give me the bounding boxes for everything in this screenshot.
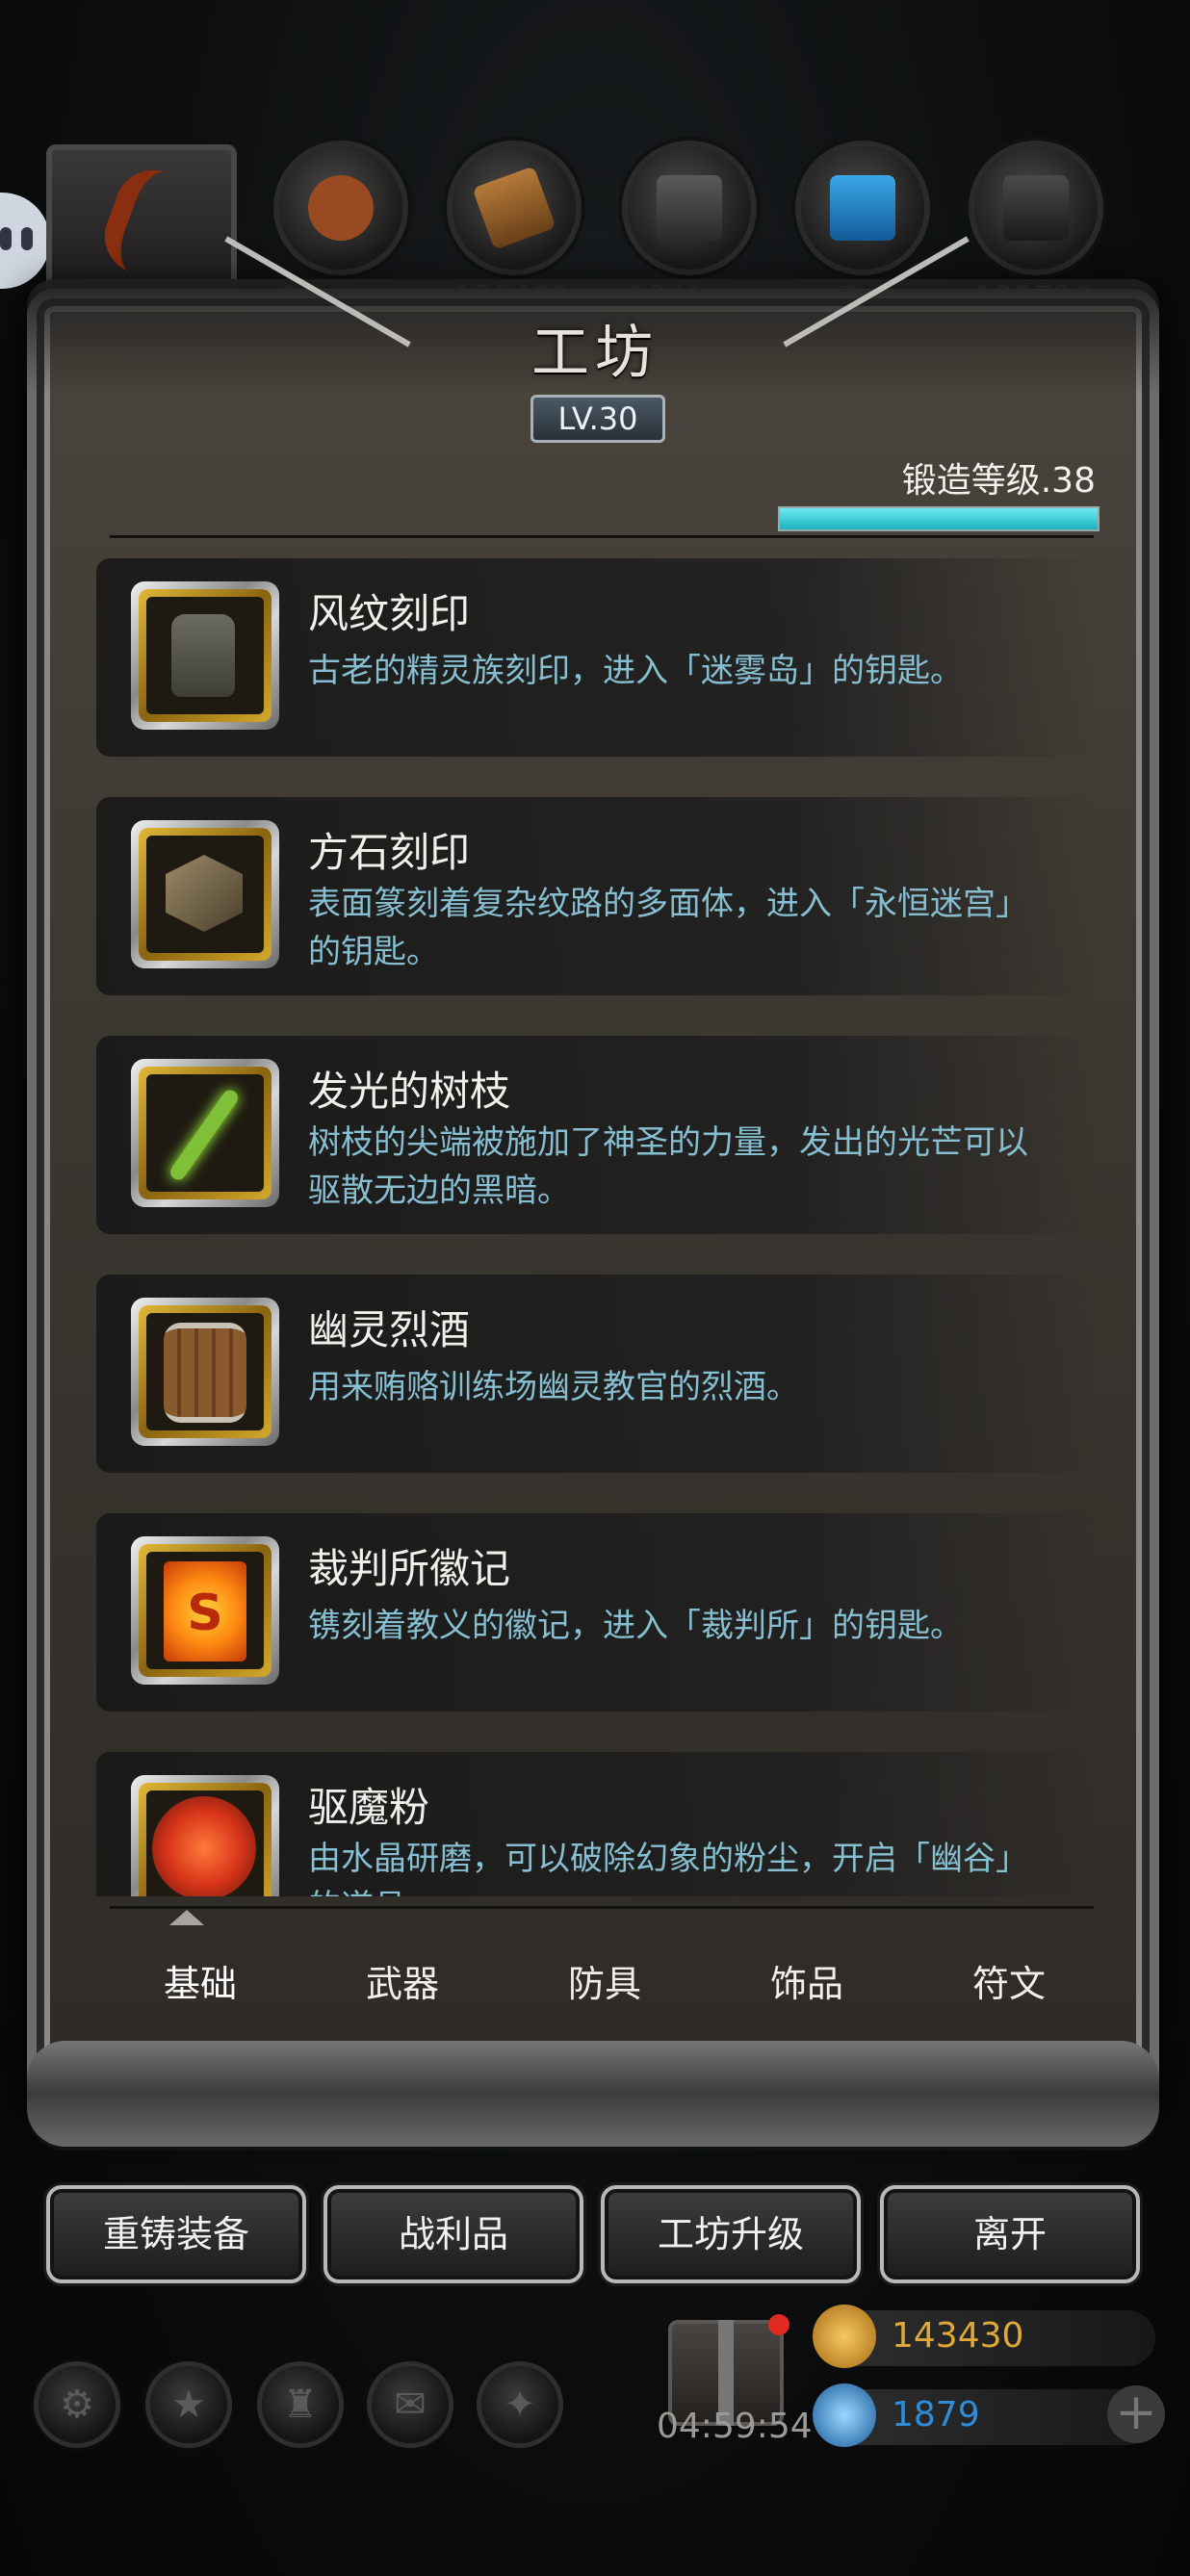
notification-dot [768, 2314, 789, 2335]
item-slot[interactable] [131, 581, 279, 730]
vest-icon [171, 614, 235, 697]
active-tab-marker [169, 1910, 204, 1925]
gem-amount: 1879 [892, 2395, 980, 2434]
resource-steel-icon[interactable] [974, 146, 1098, 270]
hook-icon [93, 159, 203, 286]
recipe-list[interactable]: 风纹刻印 古老的精灵族刻印，进入「迷雾岛」的钥匙。 方石刻印 表面篆刻着复杂纹路… [96, 558, 1098, 1896]
tab-basic[interactable]: 基础 [104, 1954, 297, 2007]
powder-icon [152, 1796, 256, 1896]
resource-meat-icon[interactable] [279, 146, 402, 270]
steel-shape [1003, 175, 1069, 241]
gem-icon [813, 2383, 876, 2447]
item-slot[interactable] [131, 820, 279, 968]
slot-core [146, 1313, 264, 1430]
item-description: 表面篆刻着复杂纹路的多面体，进入「永恒迷宫」的钥匙。 [308, 885, 1028, 971]
item-description: 由水晶研磨，可以破除幻象的粉尘，开启「幽谷」的道具 [308, 1840, 1028, 1896]
gold-amount: 143430 [892, 2316, 1024, 2356]
recipe-item[interactable]: S 裁判所徽记 镌刻着教义的徽记，进入「裁判所」的钥匙。 [96, 1513, 1098, 1712]
iron-shape [657, 175, 722, 241]
resource-wood-icon[interactable] [453, 146, 576, 270]
leave-button[interactable]: 离开 [880, 2185, 1140, 2283]
add-currency-button[interactable]: + [1107, 2385, 1165, 2443]
slot-gold-frame: S [139, 1544, 272, 1677]
slot-core [146, 597, 264, 714]
forge-level-label: 锻造等级.38 [901, 461, 1096, 501]
resource-iron-icon[interactable] [628, 146, 751, 270]
list-bottom-divider [110, 1906, 1094, 1909]
resource-crystal-icon[interactable] [801, 146, 924, 270]
reforge-button[interactable]: 重铸装备 [46, 2185, 306, 2283]
slot-core: S [146, 1552, 264, 1669]
badge-glyph: S [187, 1584, 223, 1642]
slot-gold-frame [139, 1783, 272, 1896]
mail-icon[interactable]: ✉ [372, 2366, 449, 2443]
bubble-eye [21, 227, 33, 250]
gold-counter: 143430 [813, 2305, 1155, 2368]
gold-coin-icon [813, 2305, 876, 2368]
item-name: 幽灵烈酒 [308, 1306, 471, 1353]
recipe-item[interactable]: 驱魔粉 由水晶研磨，可以破除幻象的粉尘，开启「幽谷」的道具 [96, 1752, 1098, 1896]
workshop-level-badge: LV.30 [530, 395, 665, 443]
slot-gold-frame [139, 589, 272, 722]
slot-core [146, 1790, 264, 1896]
workshop-title: 工坊 [531, 320, 659, 387]
slot-gold-frame [139, 1305, 272, 1438]
bubble-eye [0, 227, 12, 250]
recipe-item[interactable]: 发光的树枝 树枝的尖端被施加了神圣的力量，发出的光芒可以驱散无边的黑暗。 [96, 1036, 1098, 1234]
tower-icon[interactable]: ♜ [262, 2366, 339, 2443]
recipe-item[interactable]: 幽灵烈酒 用来贿赂训练场幽灵教官的烈酒。 [96, 1275, 1098, 1473]
item-description: 镌刻着教义的徽记，进入「裁判所」的钥匙。 [308, 1607, 963, 1645]
tab-runes[interactable]: 符文 [913, 1954, 1105, 2007]
gift-timer: 04:59:54 [657, 2407, 813, 2446]
handshake-icon[interactable]: ✦ [481, 2366, 558, 2443]
barrel-icon [164, 1323, 246, 1423]
item-slot[interactable]: S [131, 1536, 279, 1685]
meat-shape [308, 175, 374, 241]
forge-progress-fill [780, 508, 1098, 529]
side-chat-bubble[interactable] [0, 193, 50, 289]
tab-armor[interactable]: 防具 [508, 1954, 701, 2007]
item-name: 发光的树枝 [308, 1068, 511, 1115]
wood-shape [472, 166, 556, 250]
crystal-shape [830, 175, 895, 241]
forge-progress-bar [778, 506, 1099, 531]
slot-core [146, 1074, 264, 1192]
slot-gold-frame [139, 828, 272, 961]
upgrade-workshop-button[interactable]: 工坊升级 [601, 2185, 861, 2283]
item-description: 用来贿赂训练场幽灵教官的烈酒。 [308, 1368, 799, 1406]
item-name: 方石刻印 [308, 829, 471, 876]
item-name: 裁判所徽记 [308, 1545, 511, 1592]
star-icon[interactable]: ★ [150, 2366, 227, 2443]
item-name: 驱魔粉 [308, 1784, 430, 1831]
item-slot[interactable] [131, 1059, 279, 1207]
recipe-item[interactable]: 方石刻印 表面篆刻着复杂纹路的多面体，进入「永恒迷宫」的钥匙。 [96, 797, 1098, 995]
tab-weapons[interactable]: 武器 [306, 1954, 499, 2007]
loot-button[interactable]: 战利品 [323, 2185, 583, 2283]
gem-counter: 1879 [813, 2383, 1155, 2447]
gear-icon[interactable]: ⚙ [39, 2366, 116, 2443]
item-description: 古老的精灵族刻印，进入「迷雾岛」的钥匙。 [308, 652, 963, 690]
branch-icon [167, 1087, 242, 1183]
tab-accessories[interactable]: 饰品 [711, 1954, 903, 2007]
category-tabs: 基础 武器 防具 饰品 符文 [104, 1925, 1096, 2041]
cube-icon [166, 855, 243, 932]
panel-bottom-ornament [27, 2041, 1159, 2147]
item-slot[interactable] [131, 1775, 279, 1896]
recipe-item[interactable]: 风纹刻印 古老的精灵族刻印，进入「迷雾岛」的钥匙。 [96, 558, 1098, 757]
slot-core [146, 836, 264, 953]
item-name: 风纹刻印 [308, 590, 471, 637]
slot-gold-frame [139, 1067, 272, 1199]
item-slot[interactable] [131, 1298, 279, 1446]
badge-icon: S [164, 1561, 246, 1662]
item-description: 树枝的尖端被施加了神圣的力量，发出的光芒可以驱散无边的黑暗。 [308, 1123, 1028, 1210]
list-top-divider [110, 535, 1094, 538]
